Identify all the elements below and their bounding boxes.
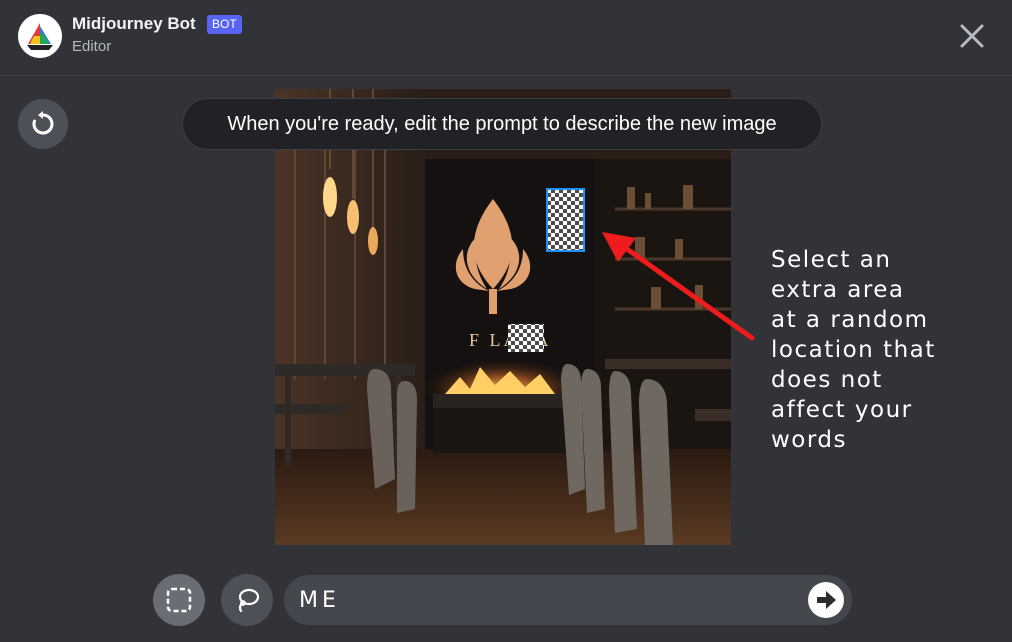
rectangle-select-icon (166, 587, 192, 613)
bot-badge: BOT (207, 15, 242, 34)
annotation-arrow (602, 232, 755, 341)
lasso-icon (238, 588, 260, 613)
annotation-line: location that (771, 337, 936, 363)
lasso-select-button[interactable] (221, 574, 273, 626)
annotation-line: words (771, 427, 848, 453)
prompt-bar (284, 575, 852, 625)
reset-button[interactable] (18, 99, 68, 149)
sailboat-logo-icon (18, 14, 62, 58)
annotation-text: Select an extra area at a random locatio… (771, 245, 1001, 455)
masked-area (508, 324, 544, 352)
annotation-line: affect your (771, 397, 913, 423)
undo-icon (32, 111, 54, 135)
bot-avatar (18, 14, 62, 58)
annotation-line: does not (771, 367, 883, 393)
annotation-line: at a random (771, 307, 929, 333)
close-button[interactable] (956, 20, 988, 52)
rectangle-select-button[interactable] (153, 574, 205, 626)
selected-mask-area[interactable] (547, 189, 584, 251)
submit-button[interactable] (808, 582, 844, 618)
editor-subtitle: Editor (72, 38, 112, 55)
editor-header: Midjourney Bot BOT Editor (0, 0, 1012, 76)
prompt-input[interactable] (299, 575, 799, 625)
arrow-right-icon (817, 591, 836, 609)
bot-name: Midjourney Bot (72, 14, 196, 33)
annotation-line: extra area (771, 277, 905, 303)
close-icon (960, 24, 984, 48)
annotation-line: Select an (771, 247, 892, 273)
instruction-tooltip: When you're ready, edit the prompt to de… (182, 98, 822, 150)
